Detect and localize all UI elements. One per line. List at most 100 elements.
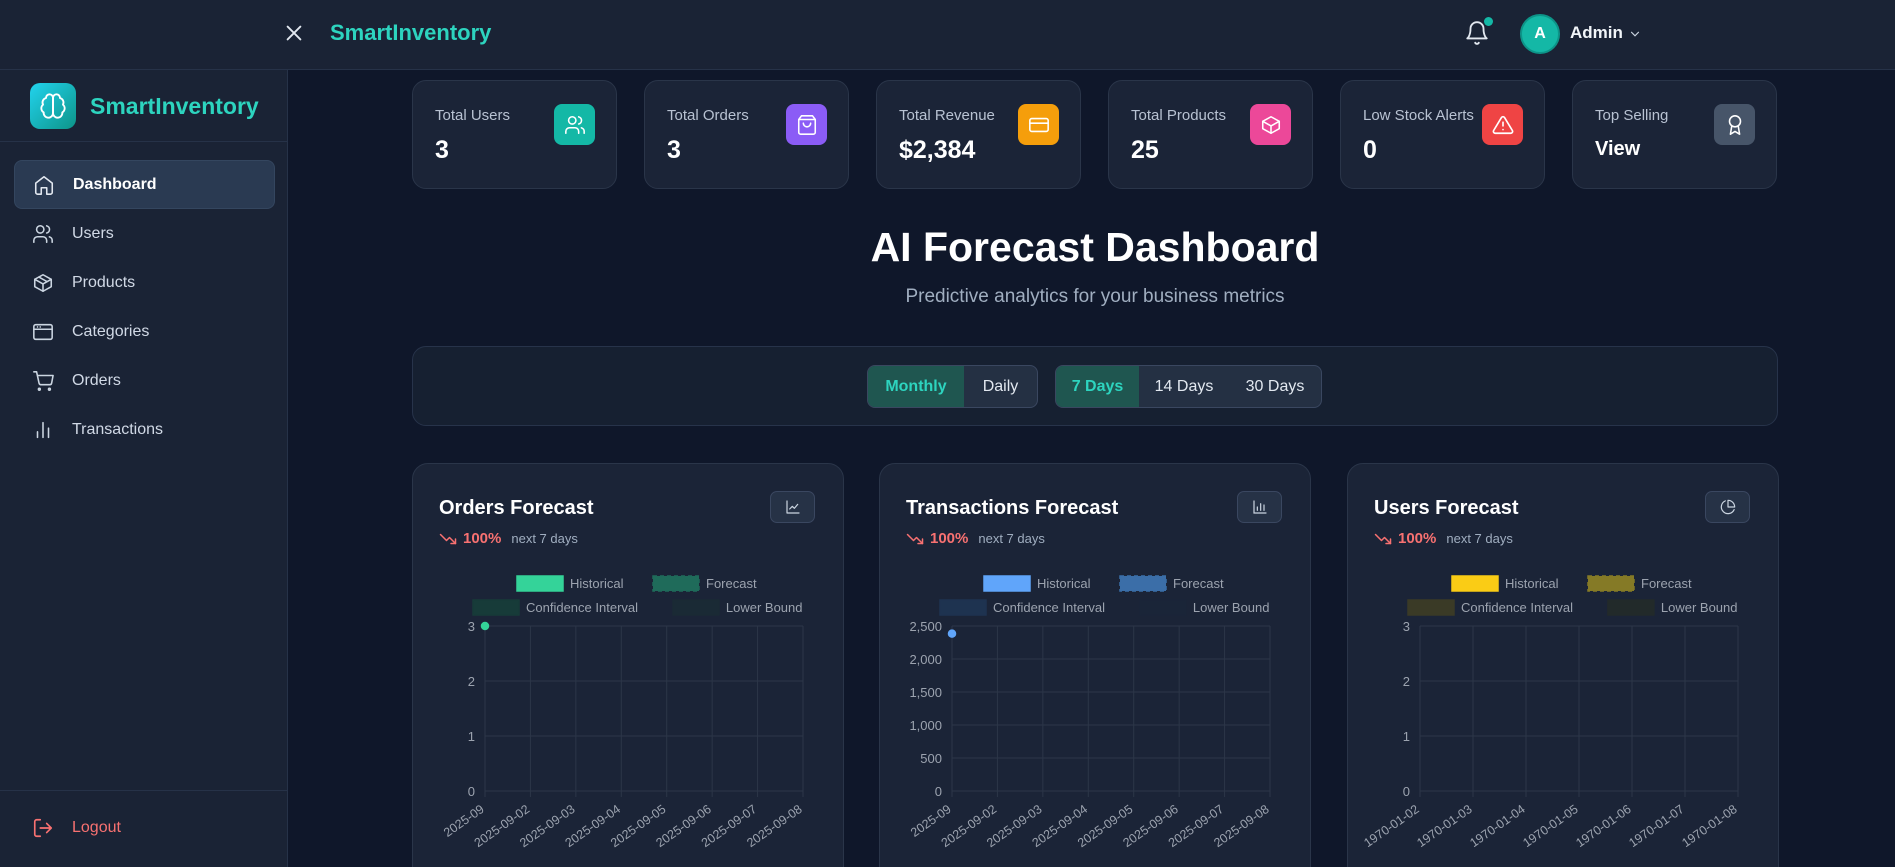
sidebar-item-label: Users: [72, 224, 114, 242]
y-tick-label: 2,500: [909, 619, 942, 634]
chart-title: Orders Forecast: [439, 497, 594, 519]
legend-label: Historical: [570, 576, 624, 591]
stat-label: Total Revenue: [899, 107, 995, 124]
logout-icon: [33, 818, 53, 838]
sidebar-item-dashboard[interactable]: Dashboard: [14, 160, 275, 209]
trending-down-icon: [906, 533, 924, 544]
x-tick-label: 1970-01-02: [1361, 802, 1421, 850]
stat-card-users[interactable]: Total Users 3: [412, 80, 617, 189]
stat-card-products[interactable]: Total Products 25: [1108, 80, 1313, 189]
window-icon: [33, 323, 53, 340]
trending-down-icon: [1374, 533, 1392, 544]
stat-value: 25: [1131, 136, 1159, 164]
range-toggle: 7 Days 14 Days 30 Days: [1055, 365, 1322, 408]
stat-label: Total Orders: [667, 107, 749, 124]
stat-value: $2,384: [899, 136, 976, 164]
bar-chart-icon: [36, 421, 50, 438]
legend-swatch: [652, 575, 700, 592]
toggle-14-days[interactable]: 14 Days: [1139, 366, 1229, 407]
y-tick-label: 0: [1403, 784, 1410, 799]
sidebar-title: SmartInventory: [90, 93, 259, 119]
chevron-down-icon[interactable]: [1628, 27, 1642, 41]
chart-type-button[interactable]: [770, 491, 815, 523]
stat-label: Top Selling: [1595, 107, 1669, 124]
orders-forecast-chart: Historical Forecast Confidence Interval Low…: [441, 575, 805, 850]
trend-indicator: 100% next 7 days: [906, 530, 1045, 547]
page-subtitle: Predictive analytics for your business m…: [905, 286, 1285, 307]
stat-card-revenue[interactable]: Total Revenue $2,384: [876, 80, 1081, 189]
y-tick-label: 1,500: [909, 685, 942, 700]
sidebar-item-categories[interactable]: Categories: [14, 307, 275, 356]
sidebar-item-label: Transactions: [72, 420, 163, 438]
transactions-forecast-card: Transactions Forecast 100% next 7 days H…: [879, 463, 1311, 867]
legend-label: Forecast: [1641, 576, 1692, 591]
users-icon: [33, 224, 53, 243]
sidebar-footer: Logout: [0, 790, 288, 867]
y-tick-label: 500: [920, 751, 942, 766]
chart-type-button[interactable]: [1237, 491, 1282, 523]
y-tick-label: 0: [935, 784, 942, 799]
pie-chart-icon: [1720, 499, 1735, 515]
sidebar-item-orders[interactable]: Orders: [14, 356, 275, 405]
credit-card-icon: [1018, 104, 1059, 145]
legend-swatch: [672, 599, 720, 616]
x-tick-label: 1970-01-07: [1626, 802, 1686, 850]
stat-card-orders[interactable]: Total Orders 3: [644, 80, 849, 189]
x-tick-label: 1970-01-04: [1467, 802, 1527, 850]
page-title: AI Forecast Dashboard: [870, 224, 1320, 270]
x-tick-label: 1970-01-08: [1679, 802, 1739, 850]
toggle-monthly[interactable]: Monthly: [868, 366, 964, 407]
stat-value[interactable]: View: [1595, 138, 1640, 161]
sidebar-brand: SmartInventory: [0, 70, 287, 142]
top-bar: SmartInventory A Admin: [0, 0, 1895, 70]
toggle-30-days[interactable]: 30 Days: [1229, 366, 1321, 407]
user-name[interactable]: Admin: [1570, 23, 1623, 43]
trend-percent: 100%: [1398, 530, 1437, 547]
legend-label: Forecast: [1173, 576, 1224, 591]
stat-card-top-selling[interactable]: Top Selling View: [1572, 80, 1777, 189]
x-tick-label: 1970-01-06: [1573, 802, 1633, 850]
sidebar-item-label: Orders: [72, 371, 121, 389]
sidebar-item-label: Products: [72, 273, 136, 291]
chart-type-button[interactable]: [1705, 491, 1750, 523]
legend-label: Lower Bound: [1193, 600, 1270, 615]
close-icon[interactable]: [283, 22, 305, 44]
x-tick-label: 1970-01-05: [1520, 802, 1580, 850]
topbar-brand: SmartInventory: [330, 20, 492, 45]
legend-label: Lower Bound: [1661, 600, 1738, 615]
filter-bar: Monthly Daily 7 Days 14 Days 30 Days: [412, 346, 1778, 426]
legend-label: Confidence Interval: [526, 600, 638, 615]
logout-button[interactable]: Logout: [32, 817, 121, 839]
toggle-7-days[interactable]: 7 Days: [1056, 366, 1139, 407]
package-icon: [1250, 104, 1291, 145]
toggle-daily[interactable]: Daily: [964, 366, 1037, 407]
stat-value: 3: [435, 136, 449, 164]
y-tick-label: 1: [468, 729, 475, 744]
y-tick-label: 1: [1403, 729, 1410, 744]
chart-title: Transactions Forecast: [906, 497, 1119, 519]
award-icon: [1714, 104, 1755, 145]
y-tick-label: 3: [468, 619, 475, 634]
sidebar-item-transactions[interactable]: Transactions: [14, 405, 275, 454]
y-tick-label: 2,000: [909, 652, 942, 667]
trend-period: next 7 days: [978, 531, 1045, 546]
stat-value: 0: [1363, 136, 1377, 164]
logout-label: Logout: [72, 819, 121, 836]
sidebar-item-products[interactable]: Products: [14, 258, 275, 307]
trend-indicator: 100% next 7 days: [439, 530, 578, 547]
trend-period: next 7 days: [511, 531, 578, 546]
legend-label: Historical: [1037, 576, 1091, 591]
stat-card-low-stock[interactable]: Low Stock Alerts 0: [1340, 80, 1545, 189]
sidebar-item-label: Categories: [72, 322, 150, 340]
sidebar-item-users[interactable]: Users: [14, 209, 275, 258]
sidebar-item-label: Dashboard: [73, 175, 157, 193]
users-forecast-chart: Historical Forecast Confidence Interval Low…: [1361, 575, 1740, 850]
y-tick-label: 2: [468, 674, 475, 689]
stat-label: Total Users: [435, 107, 511, 124]
legend-label: Confidence Interval: [993, 600, 1105, 615]
users-forecast-card: Users Forecast 100% next 7 days Historic…: [1347, 463, 1779, 867]
legend-label: Forecast: [706, 576, 757, 591]
avatar[interactable]: A: [1520, 14, 1560, 54]
legend-swatch: [939, 599, 987, 616]
legend-swatch: [1119, 575, 1167, 592]
